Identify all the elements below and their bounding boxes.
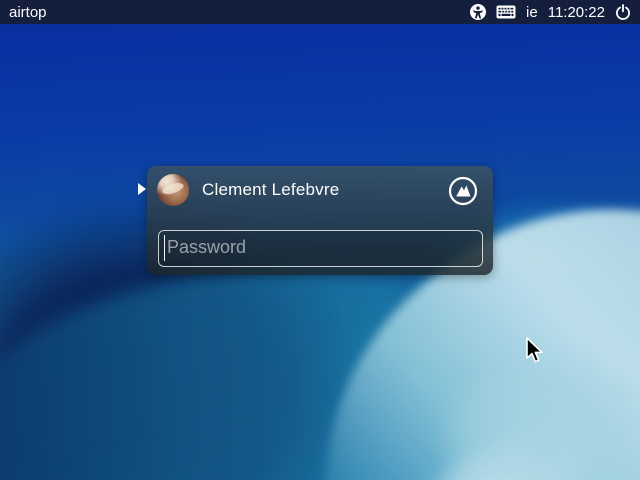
username-label: Clement Lefebvre bbox=[202, 180, 339, 200]
mouse-cursor bbox=[525, 337, 544, 369]
arrow-right-icon bbox=[138, 183, 146, 195]
top-panel: airtop ie 11:2 bbox=[0, 0, 640, 24]
login-dialog: Clement Lefebvre bbox=[147, 166, 493, 275]
indicator-area: ie 11:20:22 bbox=[470, 4, 631, 21]
password-field-wrapper bbox=[158, 230, 483, 267]
accessibility-icon[interactable] bbox=[470, 4, 486, 20]
password-input[interactable] bbox=[158, 230, 483, 267]
clock-label[interactable]: 11:20:22 bbox=[548, 4, 605, 21]
hostname-label: airtop bbox=[9, 4, 47, 21]
keyboard-icon[interactable] bbox=[496, 5, 516, 19]
text-caret bbox=[164, 235, 165, 261]
keyboard-layout-label[interactable]: ie bbox=[526, 4, 538, 21]
user-avatar bbox=[157, 174, 189, 206]
login-screen: airtop ie 11:2 bbox=[0, 0, 640, 480]
power-icon[interactable] bbox=[615, 4, 631, 20]
mountain-session-badge-icon[interactable] bbox=[448, 176, 478, 206]
wallpaper-light-corner bbox=[400, 320, 640, 480]
